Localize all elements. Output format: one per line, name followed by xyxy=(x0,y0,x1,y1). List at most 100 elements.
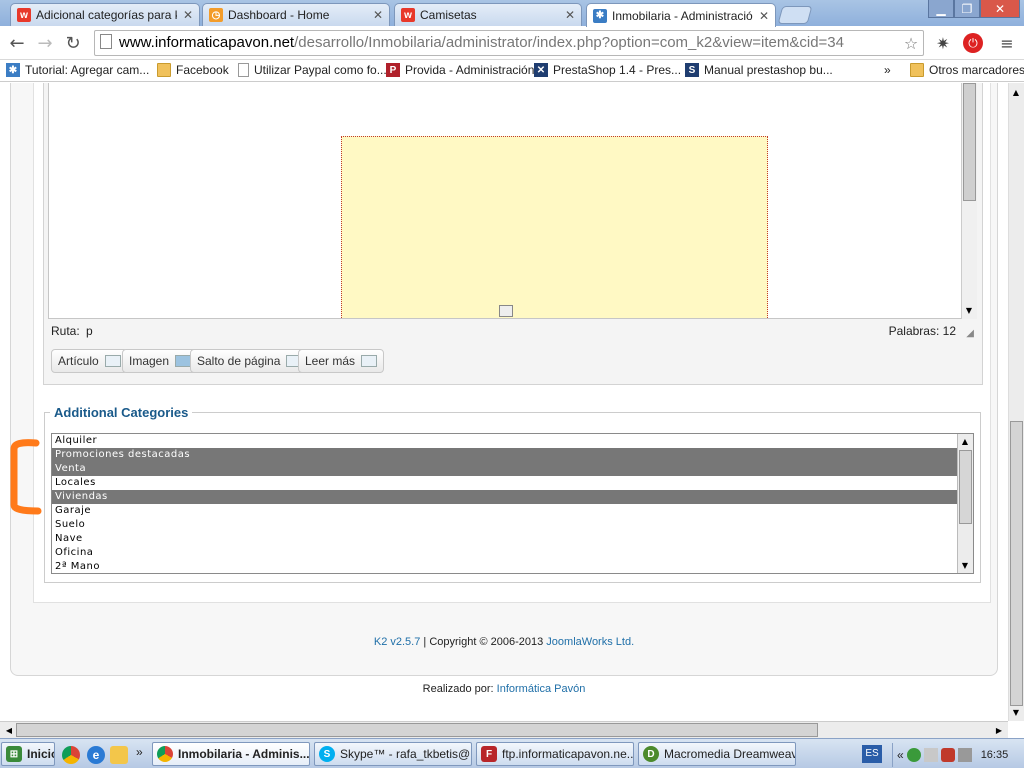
scroll-thumb[interactable] xyxy=(959,450,972,524)
additional-categories-listbox[interactable]: Alquiler Promociones destacadas Venta Lo… xyxy=(51,433,974,574)
minimize-button[interactable]: ▁ xyxy=(928,0,954,18)
power-extension-icon[interactable]: ⏻ xyxy=(963,33,983,53)
resize-grip-icon[interactable]: ◢ xyxy=(966,328,974,339)
volume-tray-icon[interactable] xyxy=(957,748,972,762)
address-host: www.informaticapavon.net xyxy=(119,34,295,51)
bookmark-label: PrestaShop 1.4 - Pres... xyxy=(553,63,682,77)
folder-quicklaunch-icon[interactable] xyxy=(110,746,128,764)
close-icon[interactable]: ✕ xyxy=(183,8,193,22)
star-icon[interactable]: ☆ xyxy=(900,32,922,54)
scroll-thumb[interactable] xyxy=(1010,421,1023,706)
category-option[interactable]: Venta xyxy=(52,462,958,476)
other-bookmarks-label: Otros marcadores xyxy=(929,63,1024,77)
bookmark-item[interactable]: ✕ PrestaShop 1.4 - Pres... xyxy=(534,63,681,77)
forward-button[interactable]: → xyxy=(34,32,56,54)
joomla-logo-icon: ✱ xyxy=(593,8,607,23)
scroll-thumb[interactable] xyxy=(963,83,976,201)
editor-scrollbar[interactable]: ▼ xyxy=(961,83,977,319)
bookmark-item[interactable]: P Provida - Administración xyxy=(386,63,534,77)
button-label: Artículo xyxy=(58,354,99,368)
taskbar-item-chrome[interactable]: Inmobilaria - Adminis... xyxy=(152,742,310,766)
back-button[interactable]: ← xyxy=(6,32,28,54)
page-content: ▼ Ruta: p Palabras: 12 ◢ Artículo Imagen… xyxy=(0,83,1008,721)
bookmark-item[interactable]: Facebook xyxy=(157,63,229,77)
article-icon xyxy=(104,355,121,367)
bookmark-label: Manual prestashop bu... xyxy=(704,63,833,77)
start-button[interactable]: ⊞ Inicio xyxy=(1,742,55,766)
bookmark-item[interactable]: ✱ Tutorial: Agregar cam... xyxy=(6,63,149,77)
category-option[interactable]: Locales xyxy=(52,476,958,490)
listbox-scrollbar[interactable]: ▲ ▼ xyxy=(957,434,973,573)
close-icon[interactable]: ✕ xyxy=(373,8,383,22)
other-bookmarks[interactable]: Otros marcadores xyxy=(910,63,1024,77)
bookmark-item[interactable]: S Manual prestashop bu... xyxy=(685,63,833,77)
scroll-right-arrow[interactable]: ▶ xyxy=(992,723,1006,737)
scroll-thumb[interactable] xyxy=(16,723,818,737)
close-icon[interactable]: ✕ xyxy=(759,9,769,23)
scroll-up-arrow[interactable]: ▲ xyxy=(1009,85,1023,99)
bookmark-item[interactable]: Utilizar Paypal como fo... xyxy=(238,63,387,77)
taskbar-item-skype[interactable]: S Skype™ - rafa_tkbetis@... xyxy=(314,742,472,766)
scroll-down-arrow[interactable]: ▼ xyxy=(1009,705,1023,719)
k2-version-link[interactable]: K2 v2.5.7 xyxy=(374,636,420,648)
editor-content-area[interactable] xyxy=(48,83,962,319)
taskbar-item-label: Macromedia Dreamweav... xyxy=(664,747,796,761)
scroll-down-arrow[interactable]: ▼ xyxy=(958,558,972,572)
category-option[interactable]: 2ª Mano xyxy=(52,560,958,573)
button-label: Imagen xyxy=(129,354,170,368)
category-option[interactable]: Promociones destacadas xyxy=(52,448,958,462)
category-option[interactable]: Alquiler xyxy=(52,434,958,448)
new-tab-button[interactable] xyxy=(777,6,813,24)
image-button[interactable]: Imagen xyxy=(122,349,199,373)
folder-icon xyxy=(910,63,924,77)
bookmarks-overflow-button[interactable]: » xyxy=(884,63,891,77)
dashboard-logo-icon: ◷ xyxy=(209,8,223,22)
security-tray-icon[interactable] xyxy=(906,748,921,762)
category-option[interactable]: Viviendas xyxy=(52,490,958,504)
taskbar-item-dreamweaver[interactable]: D Macromedia Dreamweav... xyxy=(638,742,796,766)
tab-dashboard[interactable]: ◷ Dashboard - Home ✕ xyxy=(202,3,390,26)
close-icon[interactable]: ✕ xyxy=(565,8,575,22)
bookmarks-bar: ✱ Tutorial: Agregar cam... Facebook Util… xyxy=(0,60,1024,82)
address-bar[interactable]: www.informaticapavon.net/desarrollo/Inmo… xyxy=(94,30,924,56)
informatica-pavon-link[interactable]: Informática Pavón xyxy=(497,683,586,695)
clock[interactable]: 16:35 xyxy=(981,749,1009,761)
tab-inmobilaria[interactable]: ✱ Inmobilaria - Administración ✕ xyxy=(586,3,776,27)
scroll-up-arrow[interactable]: ▲ xyxy=(958,434,972,448)
browser-toolbar: ← → ↻ www.informaticapavon.net/desarroll… xyxy=(0,26,1024,60)
tab-label: Dashboard - Home xyxy=(228,8,330,22)
scroll-down-arrow[interactable]: ▼ xyxy=(962,303,976,317)
tray-overflow-icon[interactable]: « xyxy=(897,748,904,762)
chrome-quicklaunch-icon[interactable] xyxy=(62,746,80,764)
page-horizontal-scrollbar[interactable]: ◀ ▶ xyxy=(0,721,1008,738)
article-button[interactable]: Artículo xyxy=(51,349,128,373)
read-more-button[interactable]: Leer más xyxy=(298,349,385,373)
language-indicator[interactable]: ES xyxy=(862,745,882,763)
tab-camisetas[interactable]: w Camisetas ✕ xyxy=(394,3,582,26)
bookmark-label: Provida - Administración xyxy=(405,63,535,77)
k2-footer: K2 v2.5.7 | Copyright © 2006-2013 Joomla… xyxy=(0,636,1008,648)
quicklaunch-overflow-icon[interactable]: » xyxy=(136,745,143,759)
category-option[interactable]: Oficina xyxy=(52,546,958,560)
windows-logo-icon: ⊞ xyxy=(6,746,22,762)
menu-icon[interactable]: ≡ xyxy=(996,32,1018,54)
tab-adicional-categorias[interactable]: w Adicional categorías para k2 ✕ xyxy=(10,3,200,26)
taskbar-item-filezilla[interactable]: F ftp.informaticapavon.ne... xyxy=(476,742,634,766)
taskbar-item-label: ftp.informaticapavon.ne... xyxy=(502,747,634,761)
page-break-button[interactable]: Salto de página xyxy=(190,349,310,373)
editor-placeholder-box[interactable] xyxy=(341,136,768,318)
ie-quicklaunch-icon[interactable]: e xyxy=(87,746,105,764)
category-option[interactable]: Nave xyxy=(52,532,958,546)
category-option[interactable]: Garaje xyxy=(52,504,958,518)
page-vertical-scrollbar[interactable]: ▲ ▼ xyxy=(1008,83,1024,721)
network-tray-icon[interactable] xyxy=(923,748,938,762)
joomla-logo-icon: ✱ xyxy=(6,63,20,77)
scroll-left-arrow[interactable]: ◀ xyxy=(2,723,16,737)
close-window-button[interactable]: ✕ xyxy=(980,0,1020,18)
extension-icon[interactable]: ✷ xyxy=(932,32,954,54)
maximize-button[interactable]: ❐ xyxy=(954,0,980,18)
reload-button[interactable]: ↻ xyxy=(62,32,84,54)
category-option[interactable]: Suelo xyxy=(52,518,958,532)
antivirus-tray-icon[interactable] xyxy=(940,748,955,762)
joomlaworks-link[interactable]: JoomlaWorks Ltd. xyxy=(546,636,634,648)
